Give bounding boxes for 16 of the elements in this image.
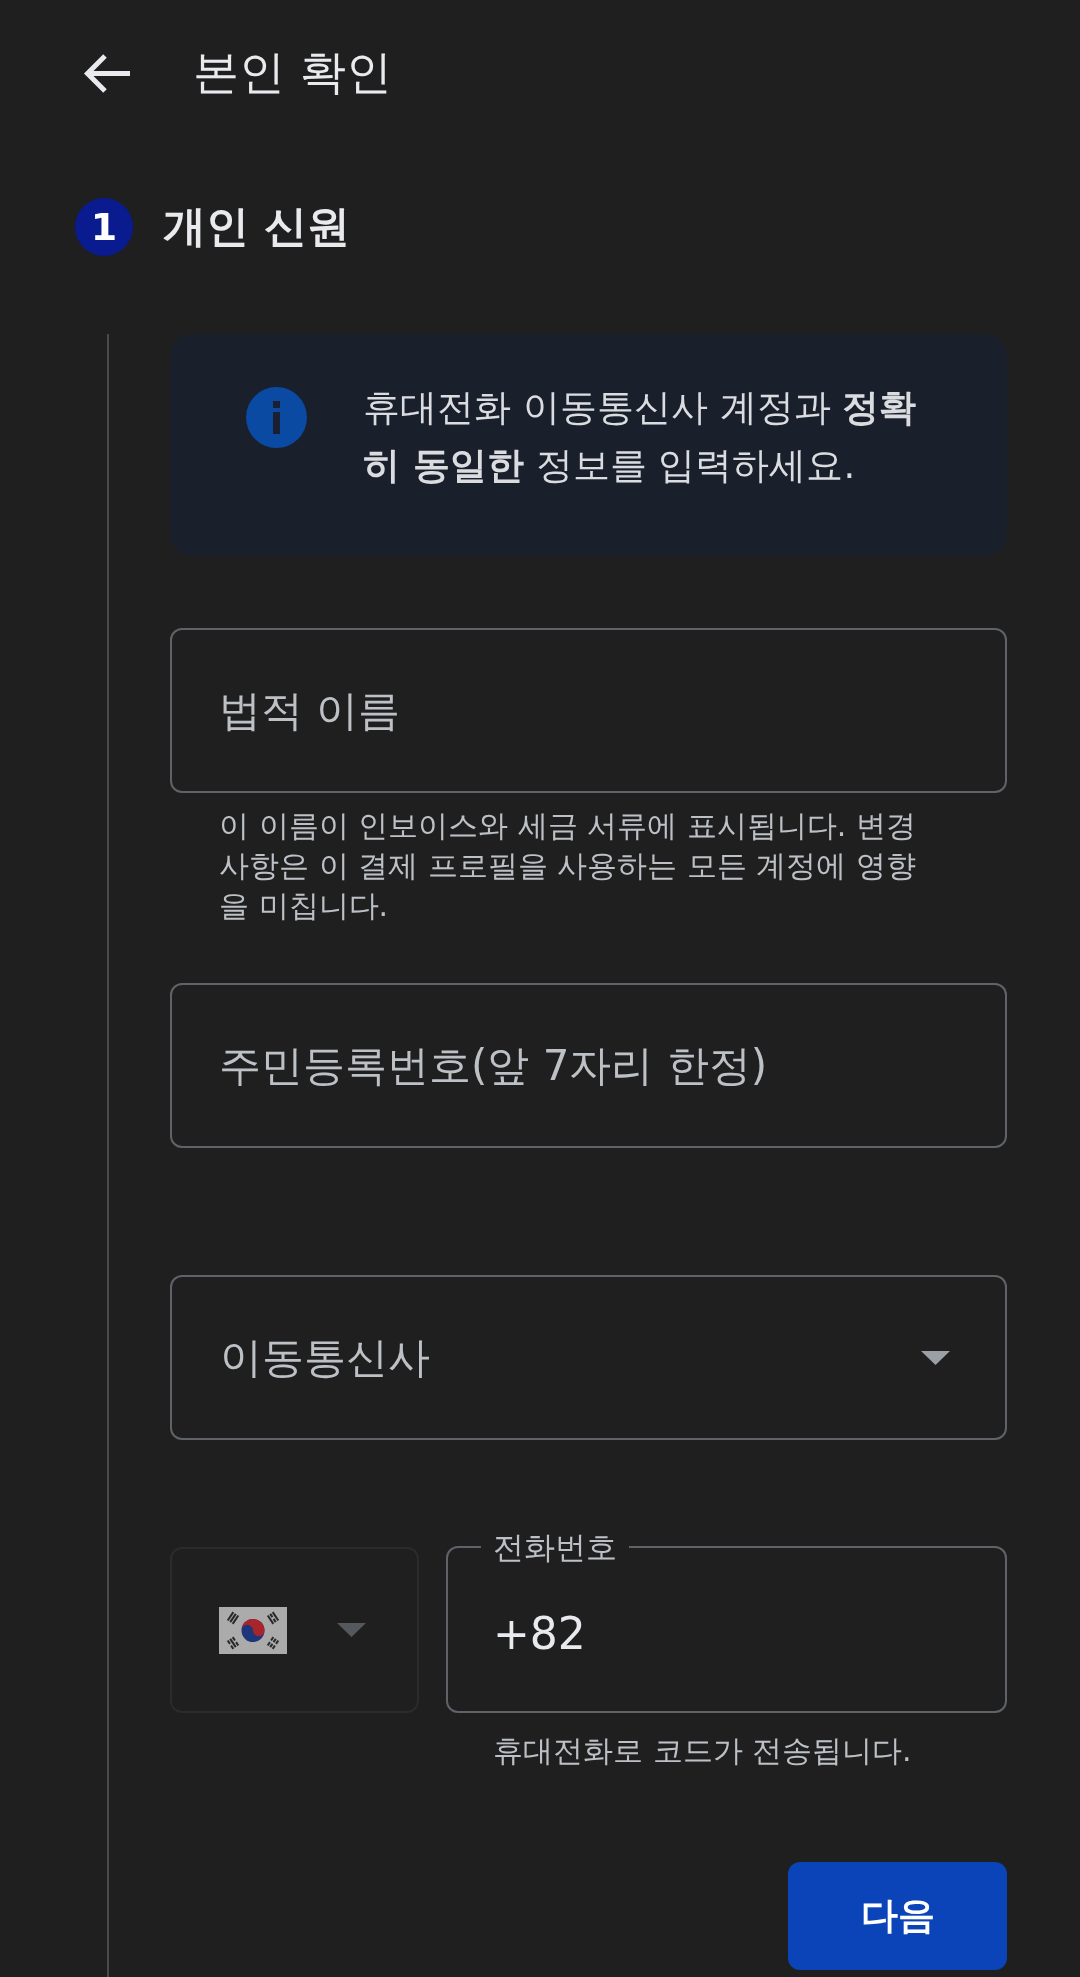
flag-icon [219,1606,287,1654]
dropdown-field[interactable]: 이동통신사 [170,1275,1007,1440]
caret-icon [337,1623,366,1637]
helper-text: 이 이름이 인보이스와 세금 서류에 표시됩니다. 변경사항은 이 결제 프로필을 사용하는 모든 계정에 영향을 미칩니다. [219,807,917,925]
page-title: 본인 확인 [193,44,392,101]
next-button[interactable]: 다음 [788,1862,1007,1970]
notice-text: 휴대전화 이동통신사 계정과 정확히 동일한 정보를 입력하세요. [363,385,918,489]
info-icon [246,387,307,448]
step-number: 1 [75,198,133,256]
helper-text: 휴대전화로 코드가 전송됩니다. [493,1732,913,1770]
phone-number-input[interactable]: +82 [481,1565,985,1701]
caret-icon [921,1350,950,1365]
step-title: 개인 신원 [163,200,350,253]
back-arrow-icon[interactable] [83,52,132,94]
text-input-field[interactable]: 법적 이름 [170,628,1007,793]
text-input-field[interactable]: 주민등록번호(앞 7자리 한정) [170,983,1007,1148]
